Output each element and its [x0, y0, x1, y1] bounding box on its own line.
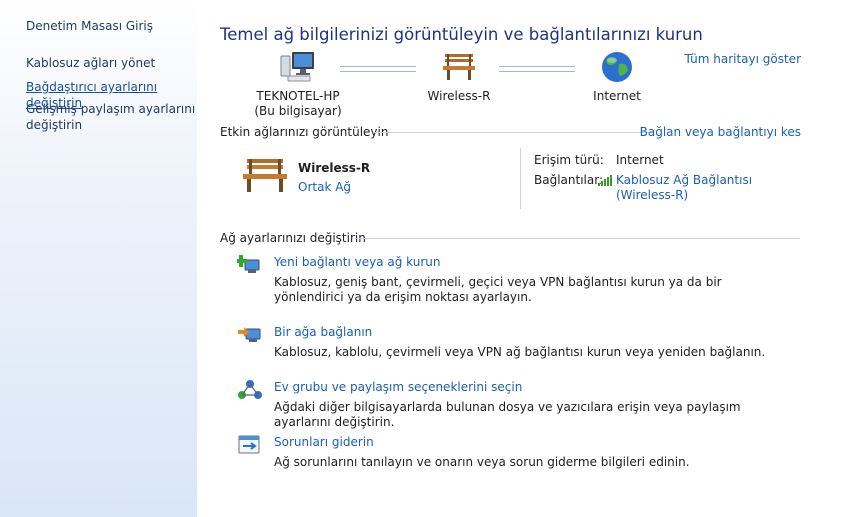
globe-icon: [602, 52, 632, 82]
access-type-label: Erişim türü:: [534, 153, 604, 167]
troubleshoot-link[interactable]: Sorunları giderin: [274, 435, 374, 449]
network-name-label: Wireless-R: [427, 89, 491, 103]
vertical-divider: [520, 148, 521, 209]
troubleshoot-description: Ağ sorunlarını tanılayın ve onarın veya …: [274, 455, 690, 469]
map-node-network[interactable]: Wireless-R: [404, 50, 514, 104]
signal-bars-icon: [598, 175, 612, 186]
control-panel-home-link[interactable]: Denetim Masası Giriş: [26, 19, 153, 33]
manage-wireless-networks-link[interactable]: Kablosuz ağları yönet: [26, 55, 196, 71]
active-networks-heading: Etkin ağlarınızı görüntüleyin: [220, 125, 389, 139]
connection-name: Kablosuz Ağ Bağlantısı: [616, 173, 753, 187]
computer-name: TEKNOTEL-HP: [256, 89, 340, 103]
wireless-connection-link[interactable]: Kablosuz Ağ Bağlantısı (Wireless-R): [616, 173, 752, 202]
troubleshoot-icon[interactable]: [237, 434, 263, 456]
left-navigation-pane: Denetim Masası Giriş Kablosuz ağları yön…: [0, 0, 197, 517]
new-connection-icon[interactable]: [237, 254, 263, 276]
connect-or-disconnect-link[interactable]: Bağlan veya bağlantıyı kes: [640, 125, 801, 139]
section-divider: [355, 238, 800, 239]
network-location-link[interactable]: Ortak Ağ: [298, 180, 351, 194]
connection-ssid: (Wireless-R): [616, 188, 689, 202]
section-divider: [373, 132, 653, 133]
connect-to-network-description: Kablosuz, kablolu, çevirmeli veya VPN ağ…: [274, 345, 766, 359]
connect-to-network-link[interactable]: Bir ağa bağlanın: [274, 325, 372, 339]
access-type-value: Internet: [616, 153, 664, 167]
main-content: Temel ağ bilgilerinizi görüntüleyin ve b…: [197, 0, 865, 517]
setup-new-connection-description: Kablosuz, geniş bant, çevirmeli, geçici …: [274, 275, 722, 304]
see-full-map-link[interactable]: Tüm haritayı göster: [684, 52, 801, 66]
internet-label: Internet: [593, 89, 641, 103]
change-settings-heading: Ağ ayarlarınızı değiştirin: [220, 231, 366, 245]
bench-icon: [443, 54, 475, 80]
homegroup-sharing-link[interactable]: Ev grubu ve paylaşım seçeneklerini seçin: [274, 380, 522, 394]
advanced-sharing-settings-link[interactable]: Gelişmiş paylaşım ayarlarını değiştirin: [26, 101, 196, 133]
page-title: Temel ağ bilgilerinizi görüntüleyin ve b…: [220, 25, 703, 44]
connections-label: Bağlantılar:: [534, 173, 603, 187]
computer-subtitle: (Bu bilgisayar): [254, 104, 342, 118]
homegroup-sharing-description: Ağdaki diğer bilgisayarlarda bulunan dos…: [274, 400, 741, 429]
bench-icon: [243, 159, 287, 192]
map-node-internet[interactable]: Internet: [562, 50, 672, 104]
map-node-computer[interactable]: TEKNOTEL-HP (Bu bilgisayar): [243, 50, 353, 119]
connect-network-icon[interactable]: [237, 324, 263, 346]
active-network-name: Wireless-R: [298, 161, 371, 175]
homegroup-icon[interactable]: [237, 379, 263, 401]
computer-icon: [280, 52, 314, 82]
setup-new-connection-link[interactable]: Yeni bağlantı veya ağ kurun: [274, 255, 440, 269]
